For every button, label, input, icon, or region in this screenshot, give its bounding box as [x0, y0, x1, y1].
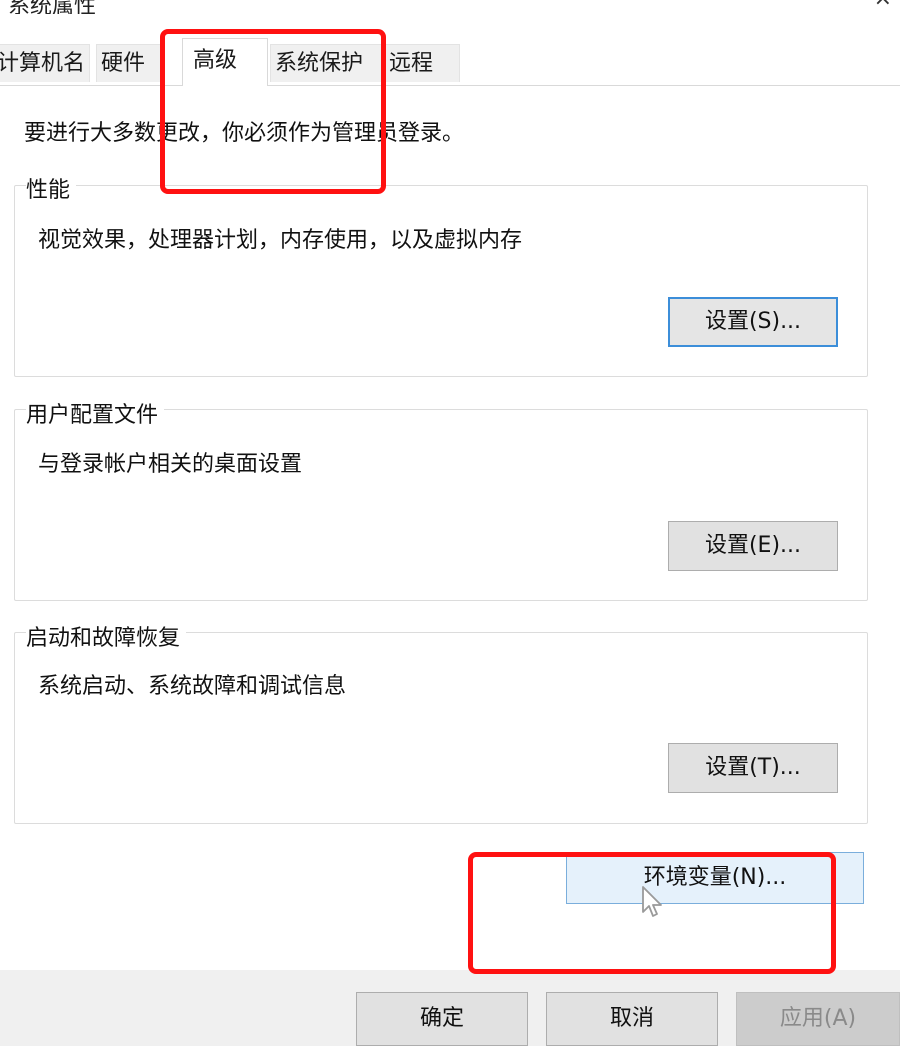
tab-computer-name[interactable]: 计算机名 [0, 44, 90, 82]
tab-label: 计算机名 [0, 51, 86, 76]
tab-label: 系统保护 [275, 51, 364, 76]
tab-system-protection[interactable]: 系统保护 [270, 44, 382, 82]
admin-notice: 要进行大多数更改，你必须作为管理员登录。 [24, 121, 465, 146]
group-title-performance: 性能 [26, 172, 77, 204]
window-title: 系统属性 [8, 0, 97, 14]
tab-strip: 计算机名 硬件 高级 系统保护 远程 [0, 38, 900, 86]
mouse-pointer-icon [642, 886, 662, 917]
group-performance [14, 185, 868, 377]
apply-button[interactable]: 应用(A) [736, 992, 900, 1046]
user-profiles-settings-button[interactable]: 设置(E)... [668, 521, 838, 571]
close-icon[interactable]: × [874, 0, 892, 11]
startup-recovery-settings-button[interactable]: 设置(T)... [668, 743, 838, 793]
group-desc-performance: 视觉效果，处理器计划，内存使用，以及虚拟内存 [38, 228, 523, 253]
title-bar: 系统属性 × [0, 0, 900, 14]
group-desc-startup-recovery: 系统启动、系统故障和调试信息 [38, 674, 347, 699]
tab-remote[interactable]: 远程 [384, 44, 460, 82]
group-title-startup-recovery: 启动和故障恢复 [26, 620, 187, 652]
tab-label: 高级 [193, 48, 238, 73]
group-user-profiles [14, 409, 868, 601]
ok-button[interactable]: 确定 [356, 992, 528, 1046]
tab-hardware[interactable]: 硬件 [96, 44, 162, 82]
tab-label: 硬件 [101, 51, 146, 76]
performance-settings-button[interactable]: 设置(S)... [668, 297, 838, 347]
group-title-user-profiles: 用户配置文件 [26, 397, 165, 429]
tab-label: 远程 [389, 51, 434, 76]
environment-variables-button[interactable]: 环境变量(N)... [566, 852, 864, 904]
tab-advanced[interactable]: 高级 [182, 38, 268, 86]
group-startup-recovery [14, 632, 868, 824]
group-desc-user-profiles: 与登录帐户相关的桌面设置 [38, 452, 303, 477]
cancel-button[interactable]: 取消 [546, 992, 718, 1046]
